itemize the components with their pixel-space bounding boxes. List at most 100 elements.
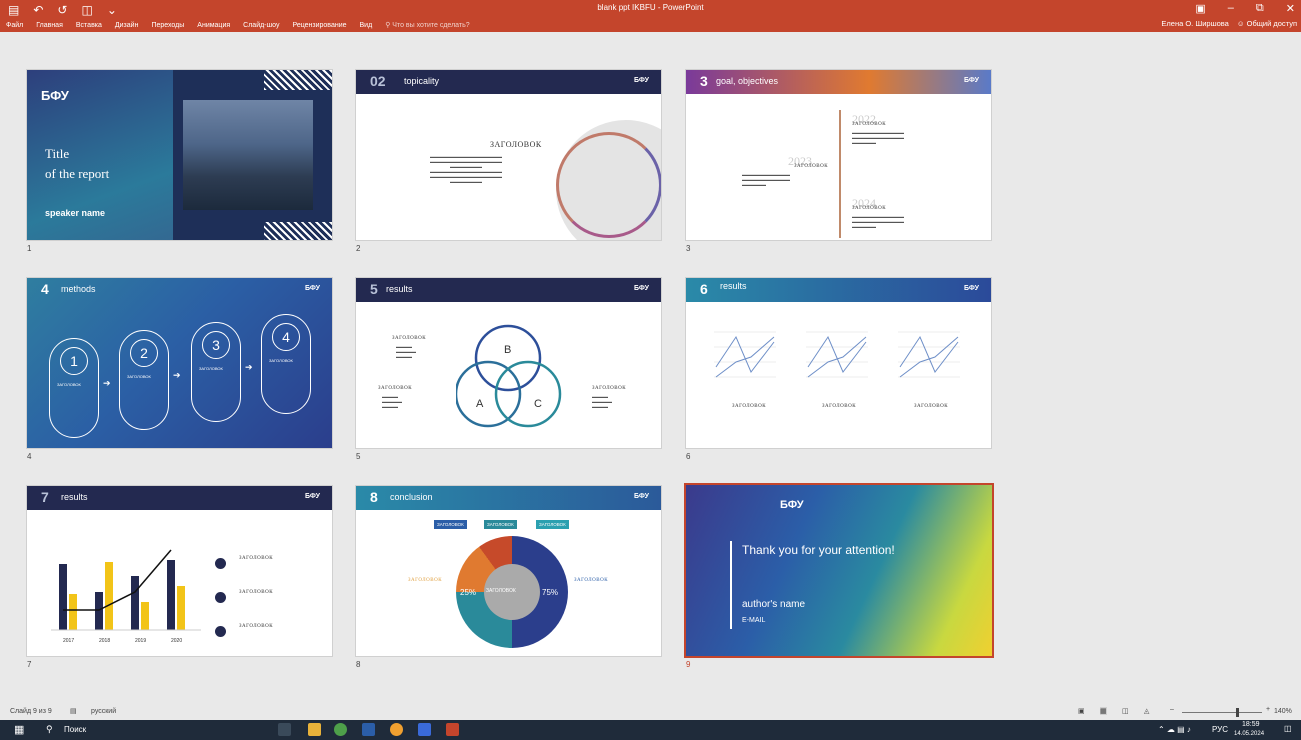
accent-line bbox=[730, 541, 732, 629]
taskbar: ▦ ⚲ Поиск ⌃ ☁ ▤ ♪ РУС 18:59 14.05.2024 ◫ bbox=[0, 720, 1301, 740]
close-icon[interactable]: ✕ bbox=[1286, 2, 1295, 15]
thanks-text: Thank you for your attention! bbox=[742, 543, 895, 557]
notifications-icon[interactable]: ◫ bbox=[1284, 724, 1292, 733]
normal-view-icon[interactable]: ▣ bbox=[1078, 707, 1085, 715]
timeline-line bbox=[839, 110, 841, 238]
user-name[interactable]: Елена О. Ширшова bbox=[1161, 19, 1228, 28]
clock-time[interactable]: 18:59 bbox=[1242, 721, 1260, 728]
body-text: ▬▬▬▬ ▬▬▬▬▬ ▬▬▬▬ bbox=[382, 394, 402, 409]
pct-right: 75% bbox=[542, 588, 559, 597]
slide-thumbnail-4[interactable]: 4 methods БФУ 1 2 3 4 ЗАГОЛОВОК ЗАГОЛОВО… bbox=[26, 277, 333, 449]
slide-header: 3 goal, objectives БФУ bbox=[686, 70, 991, 94]
slide-thumbnail-8[interactable]: 8 conclusion БФУ ЗАГОЛОВОК ЗАГОЛОВОК ЗАГ… bbox=[355, 485, 662, 657]
search-icon[interactable]: ⚲ bbox=[46, 724, 53, 735]
bar-line-chart bbox=[51, 549, 201, 631]
reading-view-icon[interactable]: ◫ bbox=[1122, 707, 1129, 715]
slide-header: 6 results БФУ bbox=[686, 278, 991, 302]
photo-panel bbox=[173, 70, 332, 240]
venn-diagram bbox=[456, 324, 562, 428]
powerpoint-icon[interactable] bbox=[446, 723, 459, 736]
ribbon-tabs: Файл Главная Вставка Дизайн Переходы Ани… bbox=[6, 19, 470, 31]
tab-home[interactable]: Главная bbox=[36, 22, 63, 29]
body-text: ▬▬▬▬▬▬▬▬▬▬▬▬▬ ▬▬▬▬▬▬▬▬▬▬▬▬▬ ▬▬▬▬▬▬ bbox=[852, 130, 904, 145]
tab-animations[interactable]: Анимация bbox=[197, 22, 230, 29]
ribbon-display-icon[interactable]: ▣ bbox=[1195, 2, 1205, 15]
title-bar: ▤ ↶ ↺ ◫ ⌄ blank ppt IKBFU - PowerPoint ▣… bbox=[0, 0, 1301, 32]
slide-sorter-view-icon[interactable]: ▦ bbox=[1100, 707, 1107, 715]
tab-design[interactable]: Дизайн bbox=[115, 22, 139, 29]
task-view-icon[interactable] bbox=[278, 723, 291, 736]
tab-insert[interactable]: Вставка bbox=[76, 22, 102, 29]
slide-thumbnail-6[interactable]: 6 results БФУ ЗАГОЛОВОК ЗАГОЛОВОК ЗАГОЛО… bbox=[685, 277, 992, 449]
minimize-icon[interactable]: – bbox=[1228, 2, 1234, 15]
slide-title-line1: Title bbox=[45, 146, 70, 161]
tab-slideshow[interactable]: Слайд-шоу bbox=[243, 22, 279, 29]
slide-thumbnail-2[interactable]: 02 topicality БФУ ЗАГОЛОВОК ▬▬▬▬▬▬▬▬▬▬▬▬… bbox=[355, 69, 662, 241]
tab-review[interactable]: Рецензирование bbox=[292, 22, 346, 29]
pct-left: 25% bbox=[460, 588, 477, 597]
venn-label-a: A bbox=[476, 398, 484, 410]
slide-number: 7 bbox=[27, 660, 32, 669]
slide-heading: ЗАГОЛОВОК bbox=[852, 206, 887, 211]
venn-label-c: C bbox=[534, 398, 542, 410]
tag: ЗАГОЛОВОК bbox=[434, 520, 467, 529]
maximize-icon[interactable]: ⧉ bbox=[1256, 2, 1264, 15]
arrow-icon: ➔ bbox=[245, 362, 253, 372]
slide-logo: БФУ bbox=[780, 499, 804, 511]
slide-thumbnail-1[interactable]: БФУ Title of the report speaker name bbox=[26, 69, 333, 241]
zoom-slider[interactable] bbox=[1182, 708, 1262, 717]
slide-heading: ЗАГОЛОВОК bbox=[852, 122, 887, 127]
slide-logo: БФУ bbox=[41, 88, 69, 103]
body-text: ▬▬▬▬▬▬▬▬▬▬▬▬▬▬▬▬▬▬ ▬▬▬▬▬▬▬▬▬▬▬▬▬▬▬▬▬▬ ▬▬▬▬… bbox=[430, 154, 502, 184]
zoom-out-button[interactable]: – bbox=[1170, 706, 1174, 713]
tab-transitions[interactable]: Переходы bbox=[151, 22, 184, 29]
slide-counter: Слайд 9 из 9 bbox=[10, 708, 52, 715]
user-area: Елена О. Ширшова ☺ Общий доступ bbox=[1161, 19, 1297, 28]
file-explorer-icon[interactable] bbox=[308, 723, 321, 736]
slide-number: 9 bbox=[686, 660, 691, 669]
donut-center-label: ЗАГОЛОВОК bbox=[486, 588, 516, 594]
lightbulb-icon: ⚲ bbox=[385, 22, 391, 29]
windows-start-icon[interactable]: ▦ bbox=[14, 723, 24, 736]
tab-file[interactable]: Файл bbox=[6, 22, 23, 29]
clock-date[interactable]: 14.05.2024 bbox=[1234, 731, 1264, 737]
body-text: ▬▬▬▬▬▬▬▬▬▬▬▬ ▬▬▬▬▬▬▬▬▬▬▬▬ ▬▬▬▬▬▬ bbox=[742, 172, 790, 187]
slideshow-view-icon[interactable]: ◬ bbox=[1144, 707, 1149, 715]
slide-sorter: БФУ Title of the report speaker name 1 0… bbox=[6, 32, 1298, 704]
taskbar-search[interactable]: Поиск bbox=[64, 725, 86, 734]
slide-number: 4 bbox=[27, 452, 32, 461]
status-bar: Слайд 9 из 9 ▤ русский ▣ ▦ ◫ ◬ – + 140% bbox=[0, 704, 1301, 720]
slide-thumbnail-3[interactable]: 3 goal, objectives БФУ 2022 2023 2024 ЗА… bbox=[685, 69, 992, 241]
tray-icons[interactable]: ⌃ ☁ ▤ ♪ bbox=[1158, 725, 1191, 734]
tag: ЗАГОЛОВОК bbox=[484, 520, 517, 529]
slide-heading: ЗАГОЛОВОК bbox=[794, 164, 829, 169]
slide-number: 3 bbox=[686, 244, 691, 253]
tell-me-box[interactable]: ⚲ Что вы хотите сделать? bbox=[385, 21, 469, 29]
yandex-browser-icon[interactable] bbox=[390, 723, 403, 736]
slide-thumbnail-5[interactable]: 5 results БФУ B A C ЗАГОЛОВОК ЗАГОЛОВОК … bbox=[355, 277, 662, 449]
tag: ЗАГОЛОВОК bbox=[536, 520, 569, 529]
step-card-2: 2 bbox=[119, 330, 169, 430]
zoom-in-button[interactable]: + bbox=[1266, 706, 1270, 713]
chrome-icon[interactable] bbox=[334, 723, 347, 736]
body-text: ▬▬▬▬▬▬▬▬▬▬▬▬▬ ▬▬▬▬▬▬▬▬▬▬▬▬▬ ▬▬▬▬▬▬ bbox=[852, 214, 904, 229]
tab-view[interactable]: Вид bbox=[360, 22, 373, 29]
venn-label-b: B bbox=[504, 344, 512, 356]
zoom-level[interactable]: 140% bbox=[1274, 708, 1292, 715]
share-button[interactable]: ☺ Общий доступ bbox=[1237, 19, 1297, 28]
author-name: author's name bbox=[742, 599, 806, 610]
slide-thumbnail-9[interactable]: БФУ Thank you for your attention! author… bbox=[684, 483, 994, 658]
word-icon[interactable] bbox=[362, 723, 375, 736]
slide-number: 8 bbox=[356, 660, 361, 669]
ring-decor bbox=[556, 132, 661, 238]
input-language[interactable]: РУС bbox=[1212, 725, 1228, 734]
step-card-1: 1 bbox=[49, 338, 99, 438]
slide-thumbnail-7[interactable]: 7 results БФУ 2017 2018 2019 2020 ЗАГОЛО… bbox=[26, 485, 333, 657]
spellcheck-icon[interactable]: ▤ bbox=[70, 707, 77, 715]
star-app-icon[interactable] bbox=[418, 723, 431, 736]
slide-speaker: speaker name bbox=[45, 208, 106, 218]
arrow-icon: ➔ bbox=[103, 378, 111, 388]
window-controls: ▣ – ⧉ ✕ bbox=[1195, 2, 1295, 15]
language-status[interactable]: русский bbox=[91, 708, 116, 715]
zoom-slider-thumb[interactable] bbox=[1236, 708, 1239, 717]
